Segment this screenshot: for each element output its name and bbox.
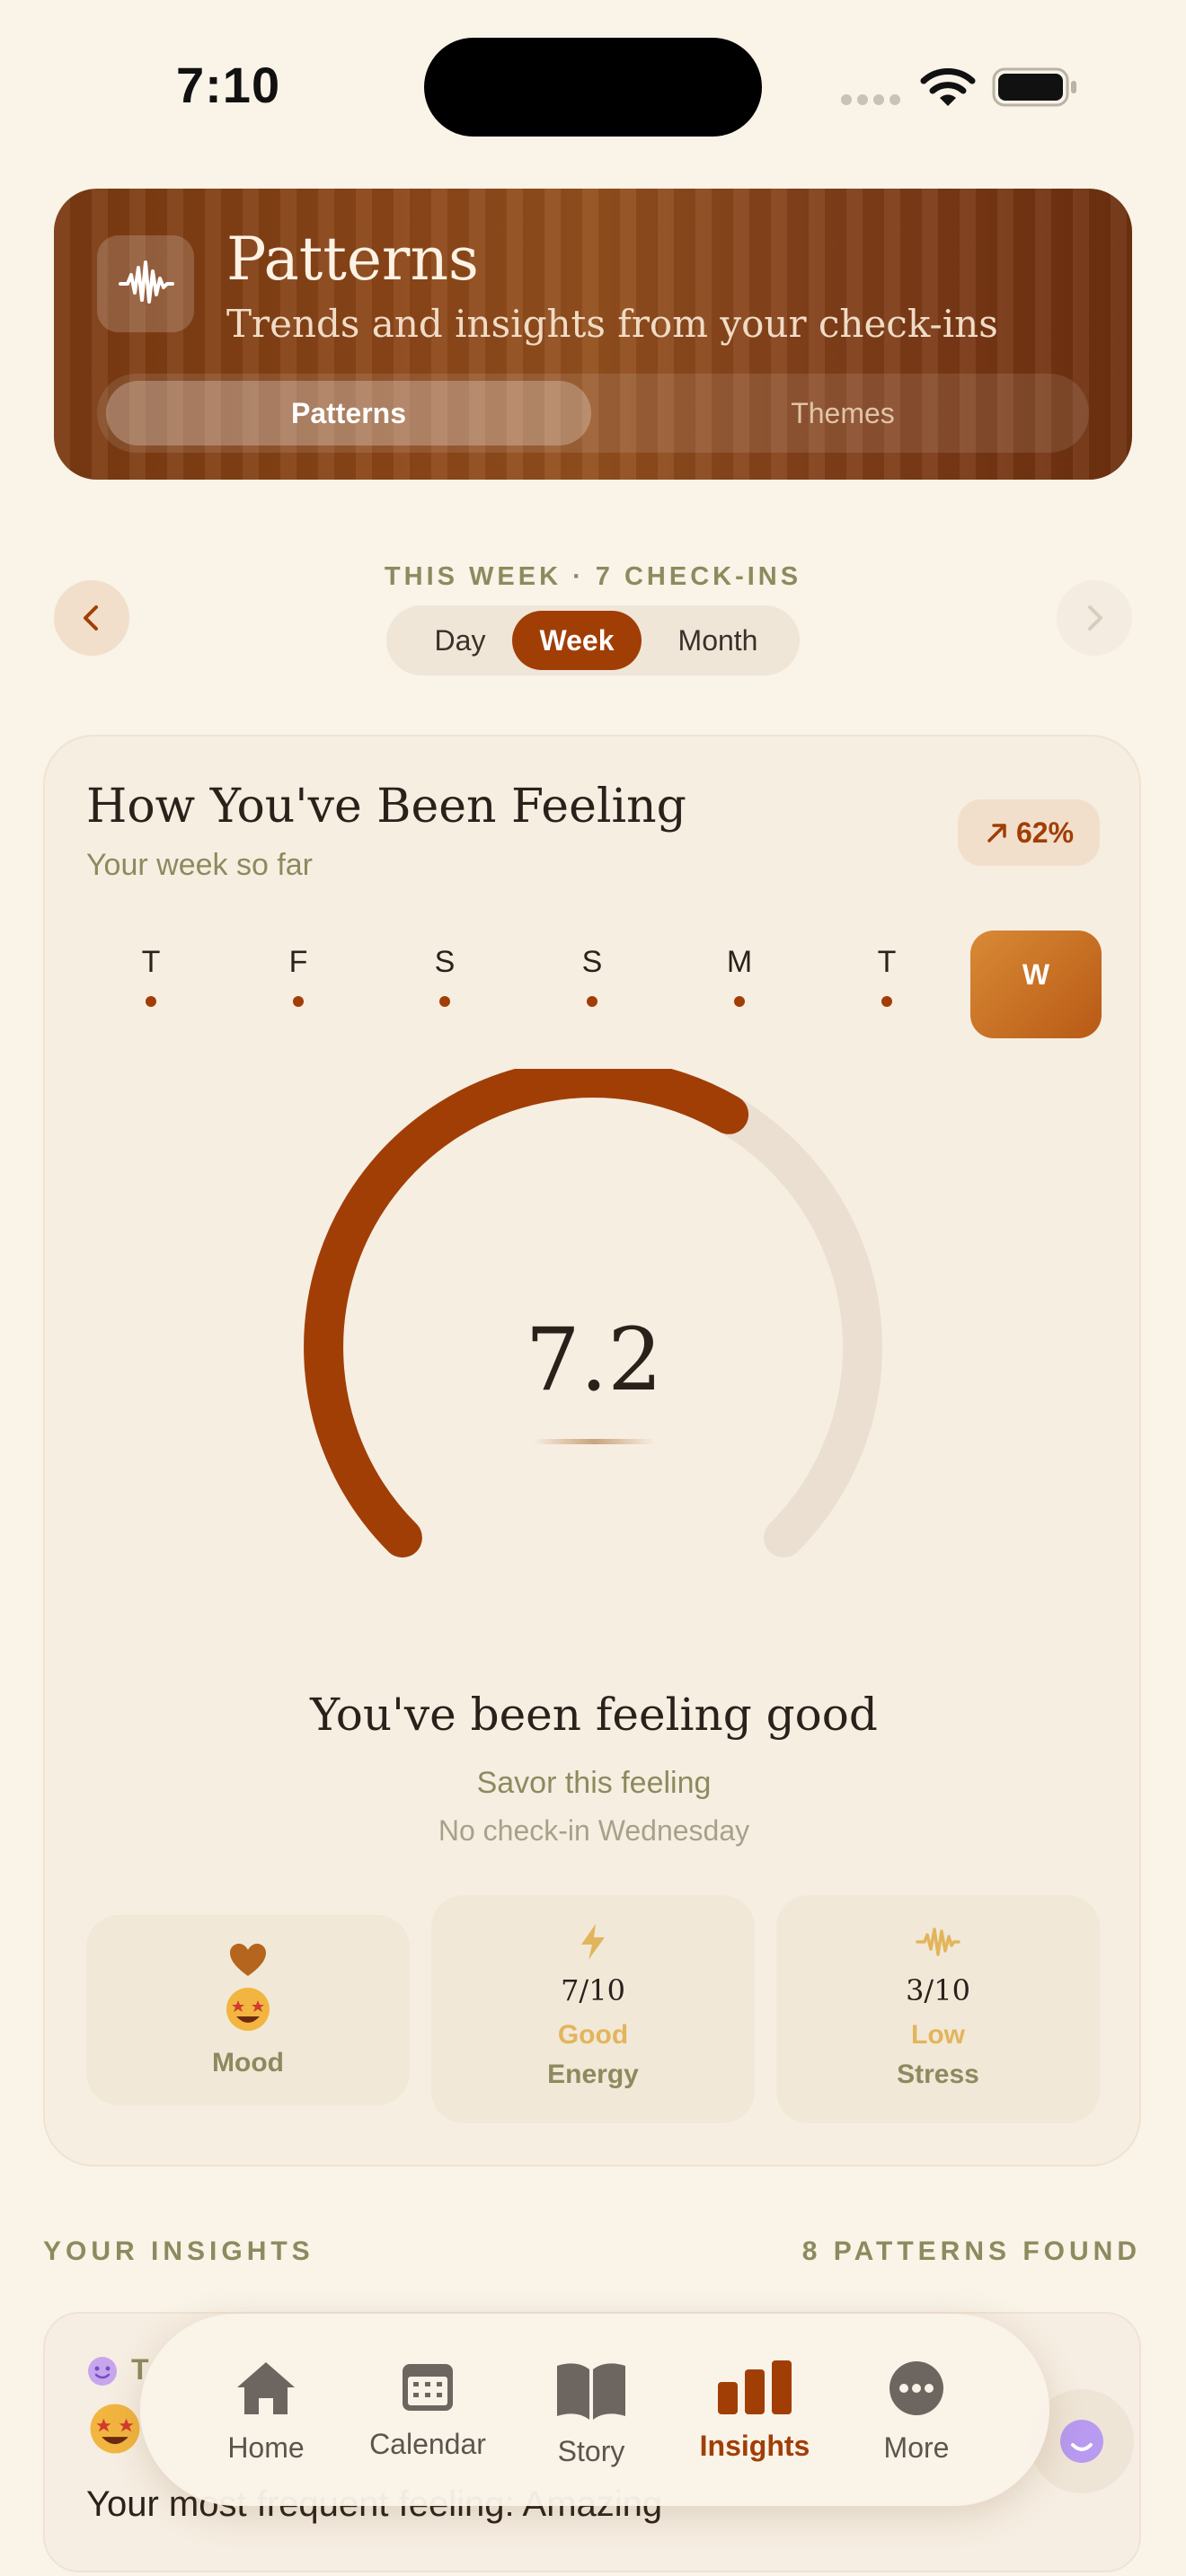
calendar-icon	[403, 2364, 453, 2411]
trend-badge[interactable]: 62%	[958, 799, 1100, 866]
heart-icon	[230, 1944, 266, 1976]
stress-value: 3/10	[906, 1973, 970, 2007]
day-sunday[interactable]: S	[556, 945, 628, 1007]
period-tabs: Day Week Month	[386, 605, 800, 675]
view-segmented-control: Patterns Themes	[97, 374, 1089, 453]
energy-level: Good	[557, 2020, 629, 2050]
checkin-dot	[293, 996, 304, 1007]
cellular-signal-icon	[841, 93, 906, 110]
lightning-icon	[581, 1924, 605, 1960]
tab-themes[interactable]: Themes	[600, 381, 1085, 446]
day-friday[interactable]: F	[262, 945, 334, 1007]
day-label: S	[434, 945, 456, 979]
page-title: Patterns	[226, 225, 479, 294]
wifi-icon	[920, 68, 976, 106]
mood-label: Mood	[212, 2048, 284, 2078]
tab-month[interactable]: Month	[652, 611, 783, 670]
feeling-hint: Savor this feeling	[476, 1766, 712, 1800]
nav-insights[interactable]: Insights	[683, 2359, 827, 2463]
day-label: S	[581, 945, 603, 979]
nav-label: Home	[227, 2431, 305, 2464]
gauge-fill	[304, 1069, 749, 1558]
mood-metric[interactable]: Mood	[86, 1915, 410, 2105]
checkin-dot	[734, 996, 745, 1007]
stress-level: Low	[911, 2020, 965, 2050]
dynamic-island	[424, 38, 762, 137]
book-icon	[557, 2363, 625, 2420]
nav-label: Story	[557, 2435, 625, 2467]
status-time: 7:10	[176, 57, 281, 113]
day-label: T	[877, 945, 897, 979]
feeling-title: How You've Been Feeling	[86, 780, 686, 834]
more-icon	[890, 2361, 943, 2415]
battery-icon	[992, 67, 1076, 107]
day-wednesday-selected[interactable]: W	[970, 931, 1102, 1038]
day-monday[interactable]: M	[704, 945, 775, 1007]
bar-chart-icon	[718, 2360, 792, 2414]
day-label: T	[141, 945, 161, 979]
insights-heading: YOUR INSIGHTS	[43, 2236, 314, 2266]
checkin-dot	[881, 996, 892, 1007]
star-struck-emoji-icon	[90, 2404, 140, 2454]
checkin-dot	[439, 996, 450, 1007]
star-struck-emoji-icon	[226, 1988, 270, 2031]
insights-count: 8 PATTERNS FOUND	[801, 2236, 1141, 2266]
feeling-card: How You've Been Feeling Your week so far…	[43, 735, 1141, 2166]
nav-calendar[interactable]: Calendar	[356, 2359, 500, 2461]
waveform-icon	[97, 235, 194, 332]
nav-label: Calendar	[369, 2428, 486, 2460]
trend-value: 62%	[1015, 816, 1075, 849]
period-label: THIS WEEK · 7 CHECK-INS	[384, 562, 802, 591]
tab-week[interactable]: Week	[512, 611, 642, 670]
nav-label: Insights	[699, 2430, 810, 2462]
smile-icon	[88, 2357, 117, 2386]
energy-value: 7/10	[561, 1973, 625, 2007]
tab-patterns[interactable]: Patterns	[106, 381, 591, 446]
feeling-note: No check-in Wednesday	[438, 1814, 750, 1847]
score-underline	[533, 1439, 655, 1444]
day-label: F	[288, 945, 308, 979]
checkin-dot	[587, 996, 597, 1007]
home-icon	[237, 2362, 295, 2414]
stress-metric[interactable]: 3/10 Low Stress	[776, 1895, 1100, 2123]
day-tuesday-2[interactable]: T	[851, 945, 923, 1007]
day-saturday[interactable]: S	[409, 945, 481, 1007]
tab-day[interactable]: Day	[404, 611, 516, 670]
patterns-header-card: Patterns Trends and insights from your c…	[54, 189, 1132, 480]
bottom-tab-bar: Home Calendar Story Insights More	[140, 2314, 1049, 2506]
nav-home[interactable]: Home	[194, 2359, 338, 2465]
mood-score: 7.2	[525, 1310, 663, 1410]
feeling-status: You've been feeling good	[310, 1689, 878, 1741]
feeling-subtitle: Your week so far	[86, 848, 313, 882]
day-tuesday[interactable]: T	[115, 945, 187, 1007]
nav-more[interactable]: More	[845, 2359, 988, 2465]
trend-up-arrow-icon	[987, 824, 1006, 842]
checkin-dot	[146, 996, 156, 1007]
day-label: M	[726, 945, 753, 979]
nav-label: More	[883, 2431, 950, 2464]
stress-waveform-icon	[916, 1928, 960, 1956]
energy-metric[interactable]: 7/10 Good Energy	[431, 1895, 755, 2123]
energy-label: Energy	[547, 2060, 639, 2089]
page-subtitle: Trends and insights from your check-ins	[226, 302, 998, 346]
nav-story[interactable]: Story	[519, 2359, 663, 2468]
stress-label: Stress	[897, 2060, 979, 2089]
